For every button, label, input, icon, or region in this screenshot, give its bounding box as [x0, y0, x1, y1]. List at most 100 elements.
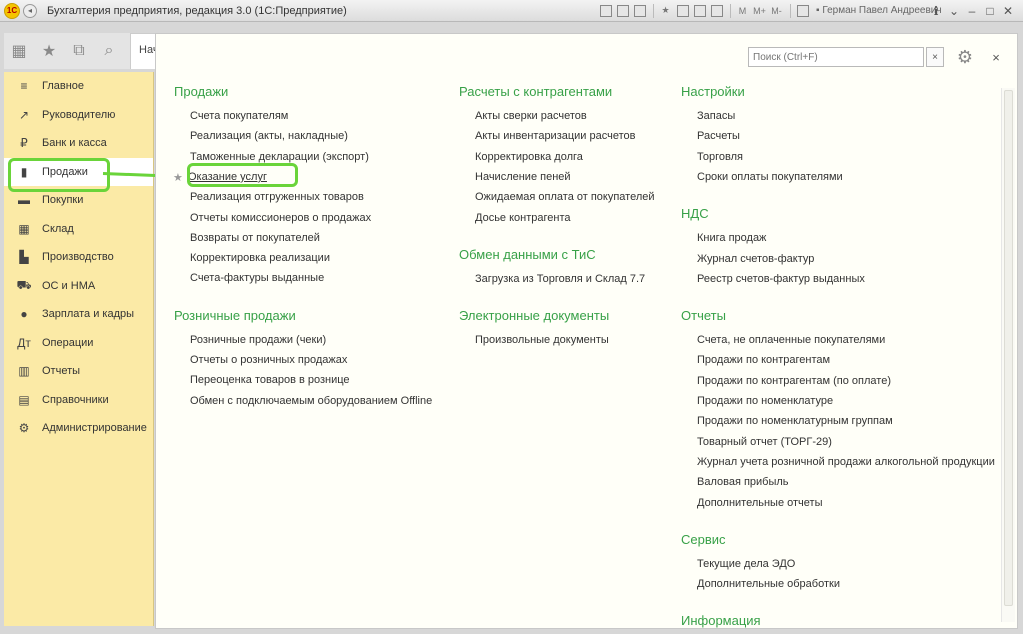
production-icon: ▙ [19, 250, 29, 265]
sidebar-item[interactable]: ▤ Справочники [4, 386, 153, 415]
assets-icon: ⛟ [16, 277, 32, 292]
favorites-icon[interactable]: ★ [34, 36, 64, 66]
sidebar-item-label: Банк и касса [42, 137, 107, 150]
favorites-star-icon[interactable]: ★ [658, 3, 673, 18]
close-window-icon[interactable]: ✕ [999, 3, 1017, 19]
menu-link[interactable]: Произвольные документы [475, 334, 609, 346]
sidebar-item[interactable]: ▬ Покупки [4, 186, 153, 215]
menu-link[interactable]: Отчеты о розничных продажах [190, 354, 347, 366]
menu-link[interactable]: Дополнительные обработки [697, 578, 840, 590]
menu-link[interactable]: Журнал счетов-фактур [697, 253, 814, 265]
sidebar-item[interactable]: ▥ Отчеты [4, 357, 153, 386]
menu-link[interactable]: Таможенные декларации (экспорт) [190, 151, 369, 163]
menu-link[interactable]: Ожидаемая оплата от покупателей [475, 191, 655, 203]
sidebar-item[interactable]: Дт Операции [4, 329, 153, 358]
menu-link[interactable]: Торговля [697, 151, 743, 163]
search-input[interactable] [749, 48, 925, 66]
menu-link[interactable]: Продажи по номенклатуре [697, 395, 833, 407]
menu-link[interactable]: Розничные продажи (чеки) [190, 334, 326, 346]
sidebar-item[interactable]: ▦ Склад [4, 215, 153, 244]
panel-icon[interactable] [795, 3, 810, 18]
sections-sidebar: ≡ Главное ↗ Руководителю ₽ Банк и касса ▮ Прода… [4, 72, 154, 626]
menu-link[interactable]: Товарный отчет (ТОРГ-29) [697, 436, 832, 448]
window-controls: ℹ ⌄ – □ ✕ [927, 3, 1017, 19]
toolbar-separator [730, 3, 731, 18]
search-icon[interactable]: ⌕ [94, 36, 124, 66]
admin-icon: ⚙ [18, 421, 30, 436]
search-clear-button[interactable]: × [926, 47, 944, 67]
app-logo-icon[interactable]: 1С [4, 2, 20, 19]
sidebar-item[interactable]: ≡ Главное [4, 72, 153, 101]
sales-icon: ▮ [20, 164, 28, 179]
menu-link[interactable]: Сроки оплаты покупателями [697, 171, 843, 183]
section-title: Розничные продажи [174, 307, 296, 323]
menu-link[interactable]: Реестр счетов-фактур выданных [697, 273, 865, 285]
settings-gear-icon[interactable]: ⚙ [954, 46, 976, 68]
menu-link[interactable]: Начисление пеней [475, 171, 571, 183]
info-icon[interactable]: ℹ [927, 3, 945, 19]
search-field[interactable] [748, 47, 925, 67]
menu-link[interactable]: Продажи по контрагентам [697, 354, 830, 366]
sidebar-item[interactable]: ● Зарплата и кадры [4, 300, 153, 329]
back-icon[interactable]: ◂ [23, 3, 37, 18]
menu-link[interactable]: Продажи по контрагентам (по оплате) [697, 375, 891, 387]
close-panel-button[interactable]: × [987, 46, 1005, 68]
menu-link[interactable]: Возвраты от покупателей [190, 232, 320, 244]
menu-link[interactable]: Досье контрагента [475, 212, 571, 224]
calc-icon[interactable] [709, 3, 724, 18]
vertical-scrollbar[interactable] [1001, 88, 1015, 622]
sidebar-item-label: Руководителю [42, 108, 116, 121]
menu-link[interactable]: Корректировка реализации [190, 252, 330, 264]
menu-link[interactable]: Счета-фактуры выданные [190, 272, 324, 284]
menu-link[interactable]: Отчеты комиссионеров о продажах [190, 212, 371, 224]
menu-link[interactable]: Книга продаж [697, 232, 766, 244]
scrollbar-thumb[interactable] [1004, 90, 1013, 606]
menu-link[interactable]: Акты инвентаризации расчетов [475, 130, 635, 142]
purchases-icon: ▬ [18, 193, 30, 208]
menu-link[interactable]: Журнал учета розничной продажи алкогольн… [697, 456, 995, 468]
print-icon[interactable] [598, 3, 613, 18]
menu-link[interactable]: Дополнительные отчеты [697, 497, 822, 509]
preview-icon[interactable] [632, 3, 647, 18]
menu-link[interactable]: Акты сверки расчетов [475, 110, 587, 122]
menu-link[interactable]: Переоценка товаров в рознице [190, 374, 350, 386]
menu-link[interactable]: Валовая прибыль [697, 476, 789, 488]
minimize-icon[interactable]: – [963, 3, 981, 19]
menu-link[interactable]: Обмен с подключаемым оборудованием Offli… [190, 395, 432, 407]
sidebar-item[interactable]: ↗ Руководителю [4, 101, 153, 130]
menu-chevron-down-icon[interactable]: ⌄ [945, 3, 963, 19]
menu-link[interactable]: Корректировка долга [475, 151, 583, 163]
sidebar-item[interactable]: ⛟ ОС и НМА [4, 272, 153, 301]
sidebar-item[interactable]: ▮ Продажи [4, 157, 153, 191]
memory-m-plus-button[interactable]: M+ [752, 3, 767, 18]
save-icon[interactable] [615, 3, 630, 18]
menu-link[interactable]: Счета, не оплаченные покупателями [697, 334, 885, 346]
history-icon[interactable] [692, 3, 707, 18]
history-icon[interactable]: ⧉ [64, 36, 94, 66]
menu-link[interactable]: Продажи по номенклатурным группам [697, 415, 893, 427]
menu-link[interactable]: Расчеты [697, 130, 740, 142]
memory-m-minus-button[interactable]: M- [769, 3, 784, 18]
sidebar-item-label: Операции [42, 336, 94, 349]
grid-menu-icon[interactable]: ▦ [4, 36, 34, 66]
favorite-star-icon[interactable]: ★ [173, 171, 183, 184]
sidebar-item-label: Главное [42, 80, 85, 93]
section-title: Расчеты с контрагентами [459, 84, 613, 99]
sidebar-item[interactable]: ₽ Банк и касса [4, 129, 153, 158]
menu-link[interactable]: Реализация отгруженных товаров [190, 191, 364, 203]
menu-link[interactable]: ★ Оказание услуг [173, 162, 298, 187]
section-title: Информация [681, 613, 761, 629]
salary-icon: ● [20, 307, 28, 322]
menu-link[interactable]: Счета покупателям [190, 110, 288, 122]
menu-link[interactable]: Запасы [697, 110, 735, 122]
current-user[interactable]: ▪ Герман Павел Андреевич [816, 5, 942, 16]
maximize-icon[interactable]: □ [981, 3, 999, 19]
sidebar-item[interactable]: ▙ Производство [4, 243, 153, 272]
memory-m-button[interactable]: M [735, 3, 750, 18]
menu-link[interactable]: Реализация (акты, накладные) [190, 130, 348, 142]
menu-link[interactable]: Текущие дела ЭДО [697, 558, 795, 570]
sidebar-item[interactable]: ⚙ Администрирование [4, 414, 153, 443]
section-title: Отчеты [681, 308, 726, 324]
link-icon[interactable] [675, 3, 690, 18]
menu-link[interactable]: Загрузка из Торговля и Склад 7.7 [475, 273, 645, 285]
